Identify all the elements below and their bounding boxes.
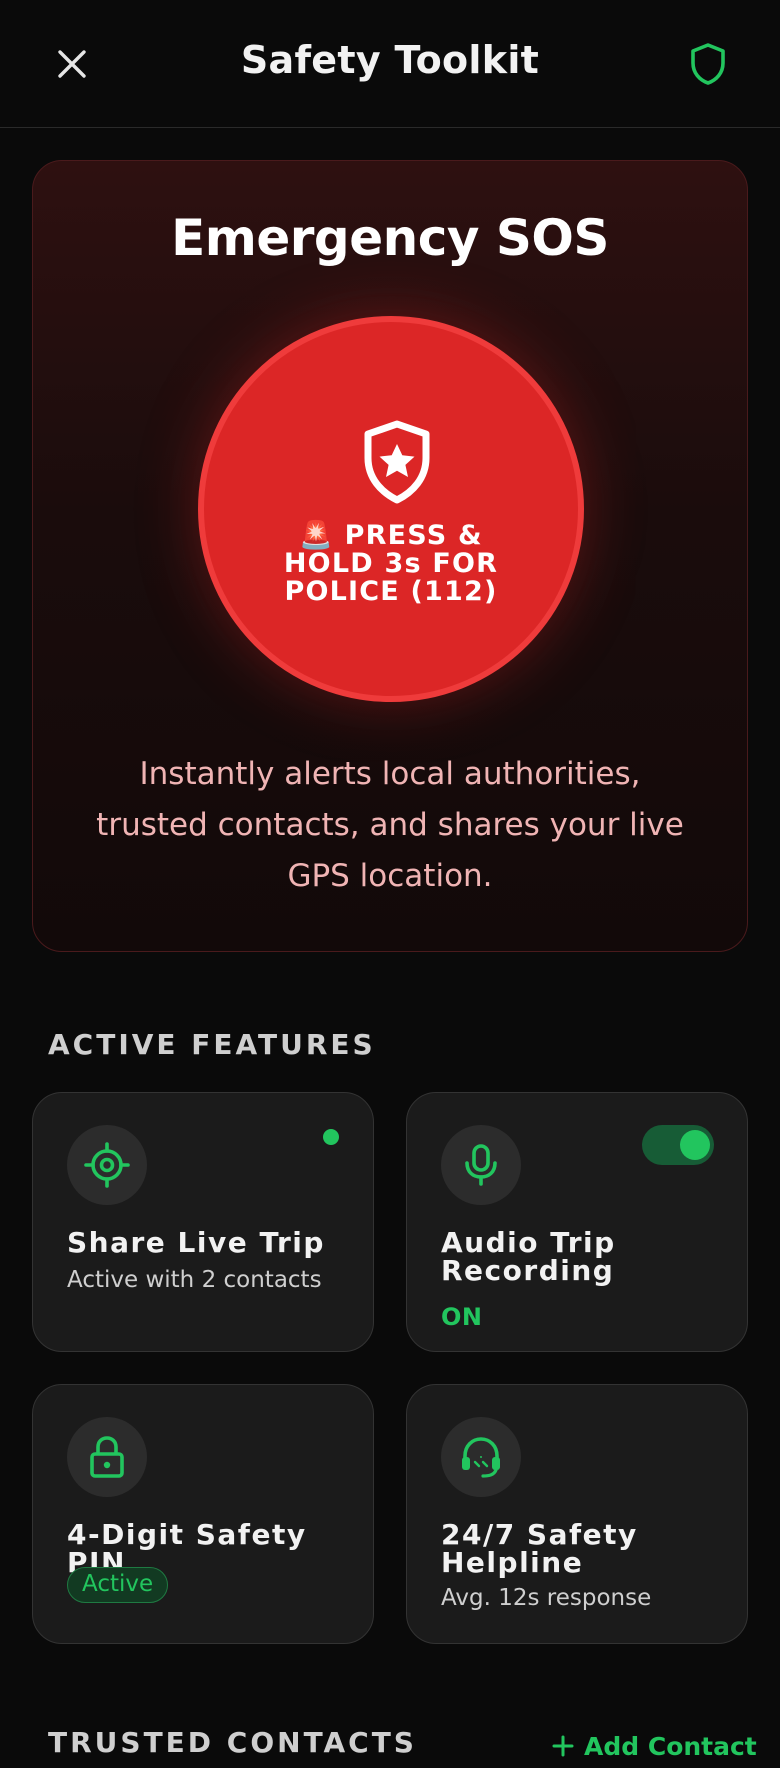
sos-description: Instantly alerts local authorities, trus…: [96, 756, 684, 894]
top-bar: Safety Toolkit: [0, 0, 780, 128]
sos-button-label: 🚨 PRESS & HOLD 3s FOR POLICE (112): [283, 520, 499, 607]
headset-icon: [462, 1437, 500, 1478]
safety-pin-tile[interactable]: 4-Digit Safety PIN Active: [32, 1384, 374, 1644]
tile-subtitle: Avg. 12s response: [441, 1585, 652, 1611]
audio-trip-recording-tile[interactable]: Audio Trip Recording ON: [406, 1092, 748, 1352]
tile-icon-wrap: [67, 1125, 147, 1205]
sos-title: Emergency SOS: [171, 209, 609, 267]
microphone-icon: [465, 1144, 497, 1186]
active-features-heading: ACTIVE FEATURES: [48, 1028, 376, 1061]
tile-icon-wrap: [67, 1417, 147, 1497]
add-contact-label: Add Contact: [584, 1731, 757, 1761]
recording-toggle[interactable]: [642, 1125, 714, 1165]
plus-icon: [552, 1735, 574, 1757]
tile-icon-wrap: [441, 1417, 521, 1497]
sos-press-hold-button[interactable]: 🚨 PRESS & HOLD 3s FOR POLICE (112): [198, 316, 584, 702]
add-contact-button[interactable]: Add Contact: [552, 1726, 757, 1766]
share-live-trip-tile[interactable]: Share Live Trip Active with 2 contacts: [32, 1092, 374, 1352]
trusted-contacts-heading: TRUSTED CONTACTS: [48, 1726, 417, 1759]
safety-toolkit-screen: Safety Toolkit Emergency SOS 🚨 PRESS & H…: [0, 0, 780, 1768]
safety-shield-button[interactable]: [686, 40, 730, 88]
tile-title: Share Live Trip: [67, 1226, 325, 1259]
status-badge: Active: [67, 1567, 169, 1603]
shield-icon: [691, 43, 725, 85]
tile-subtitle: Active with 2 contacts: [67, 1267, 322, 1293]
tile-icon-wrap: [441, 1125, 521, 1205]
tile-title: 24/7 Safety Helpline: [441, 1518, 638, 1579]
toggle-knob: [680, 1130, 710, 1160]
safety-helpline-tile[interactable]: 24/7 Safety Helpline Avg. 12s response: [406, 1384, 748, 1644]
page-title: Safety Toolkit: [240, 38, 540, 82]
tile-title: Audio Trip Recording: [441, 1226, 616, 1287]
target-icon: [84, 1142, 130, 1188]
live-indicator-dot: [323, 1129, 339, 1145]
emergency-sos-card: Emergency SOS 🚨 PRESS & HOLD 3s FOR POLI…: [32, 160, 748, 952]
lock-icon: [90, 1436, 124, 1478]
shield-star-icon: [364, 420, 430, 504]
recording-status: ON: [441, 1303, 483, 1331]
